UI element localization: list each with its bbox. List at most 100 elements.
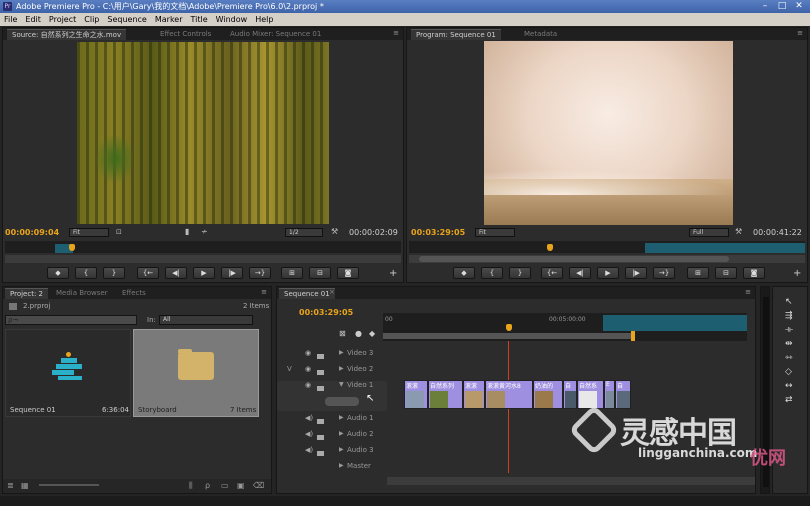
rolling-edit-tool-icon[interactable]: ⇹ — [785, 339, 793, 349]
program-playhead[interactable] — [547, 244, 553, 251]
zoom-slider[interactable] — [39, 484, 99, 486]
eye-icon[interactable]: ◉ — [305, 381, 311, 389]
timeline-clip[interactable]: 自 — [563, 380, 577, 409]
timeline-clip[interactable]: 自 — [615, 380, 631, 409]
panel-menu-icon[interactable]: ≡ — [797, 29, 803, 37]
program-time-ruler[interactable] — [409, 241, 805, 253]
button-editor-button[interactable]: + — [793, 268, 801, 279]
mark-out-button[interactable]: } — [509, 267, 531, 279]
overwrite-button[interactable]: ⊟ — [309, 267, 331, 279]
timeline-ruler[interactable]: 00 00:05:00:00 — [383, 313, 747, 341]
track-select-tool-icon[interactable]: ⇶ — [785, 311, 793, 321]
source-time-ruler[interactable] — [5, 241, 401, 253]
menu-clip[interactable]: Clip — [80, 15, 103, 24]
menu-sequence[interactable]: Sequence — [103, 15, 150, 24]
expand-icon[interactable]: ▶ — [339, 446, 344, 453]
new-item-icon[interactable]: ▣ — [237, 481, 245, 490]
panel-menu-icon[interactable]: ≡ — [393, 29, 399, 37]
step-forward-button[interactable]: |▶ — [625, 267, 647, 279]
expand-icon[interactable]: ▼ — [339, 381, 344, 388]
panel-menu-icon[interactable]: ≡ — [261, 288, 267, 296]
snap-icon[interactable]: ⊠ — [339, 329, 346, 338]
button-editor-button[interactable]: + — [389, 268, 397, 279]
panel-menu-icon[interactable]: ≡ — [745, 288, 751, 296]
tab-effects[interactable]: Effects — [117, 288, 151, 299]
menu-title[interactable]: Title — [187, 15, 212, 24]
play-button[interactable]: ▶ — [193, 267, 215, 279]
play-button[interactable]: ▶ — [597, 267, 619, 279]
project-item-sequence[interactable]: Sequence 01 6:36:04 — [5, 329, 131, 417]
selection-tool-icon[interactable]: ↖ — [785, 297, 793, 307]
expand-icon[interactable]: ▶ — [339, 365, 344, 372]
in-filter-select[interactable]: All — [159, 315, 253, 325]
tab-media-browser[interactable]: Media Browser — [51, 288, 113, 299]
find-icon[interactable]: ρ — [205, 481, 210, 490]
timeline-clip[interactable]: 自然系列 — [428, 380, 463, 409]
eye-icon[interactable]: ◉ — [305, 349, 311, 357]
add-marker-icon[interactable]: ◆ — [369, 329, 375, 338]
menu-window[interactable]: Window — [212, 15, 252, 24]
drag-video-icon[interactable]: ▮ — [185, 227, 189, 236]
menu-edit[interactable]: Edit — [21, 15, 45, 24]
menu-marker[interactable]: Marker — [151, 15, 187, 24]
new-bin-icon[interactable]: ▭ — [221, 481, 229, 490]
extract-button[interactable]: ⊟ — [715, 267, 737, 279]
maximize-icon[interactable]: □ — [775, 1, 789, 12]
expand-icon[interactable]: ▶ — [339, 462, 344, 469]
timeline-playhead[interactable] — [506, 324, 512, 331]
tab-metadata[interactable]: Metadata — [519, 29, 562, 40]
step-back-button[interactable]: ◀| — [569, 267, 591, 279]
tab-source[interactable]: Source: 自然系列之生命之水.mov — [7, 29, 127, 40]
source-zoom-scrollbar[interactable] — [5, 255, 401, 263]
program-zoom-scrollbar[interactable] — [409, 255, 805, 263]
source-res-select[interactable]: 1/2 — [285, 228, 323, 237]
add-marker-button[interactable]: ◆ — [47, 267, 69, 279]
source-timecode-in[interactable]: 00:00:09:04 — [5, 228, 59, 237]
timeline-clip[interactable]: 滚滚黄河水8 — [485, 380, 533, 409]
drag-audio-icon[interactable]: ≁ — [201, 227, 208, 236]
ripple-edit-tool-icon[interactable]: ⟛ — [785, 325, 793, 335]
go-to-in-button[interactable]: {← — [137, 267, 159, 279]
speaker-icon[interactable]: ◀) — [305, 414, 313, 422]
close-tab-icon[interactable]: × — [329, 288, 335, 296]
mark-in-button[interactable]: { — [75, 267, 97, 279]
program-res-select[interactable]: Full — [689, 228, 729, 237]
eye-icon[interactable]: ◉ — [305, 365, 311, 373]
trash-icon[interactable]: ⌫ — [253, 481, 264, 490]
slip-tool-icon[interactable]: ↔ — [785, 381, 793, 391]
expand-icon[interactable]: ▶ — [339, 349, 344, 356]
razor-tool-icon[interactable]: ◇ — [785, 367, 792, 377]
marker-icon[interactable]: ● — [355, 329, 362, 338]
timeline-clip[interactable]: 滚滚 — [404, 380, 428, 409]
program-fit-select[interactable]: Fit — [475, 228, 515, 237]
tab-sequence-01[interactable]: Sequence 01 — [279, 288, 335, 299]
minimize-icon[interactable]: – — [758, 1, 772, 12]
source-fit-select[interactable]: Fit — [69, 228, 109, 237]
mark-in-button[interactable]: { — [481, 267, 503, 279]
icon-view-icon[interactable]: ▦ — [21, 481, 29, 490]
settings-wrench-icon[interactable]: ⚒ — [735, 227, 742, 236]
program-timecode-in[interactable]: 00:03:29:05 — [411, 228, 465, 237]
project-search-input[interactable]: ρ¬ — [5, 315, 137, 325]
timeline-timecode[interactable]: 00:03:29:05 — [299, 308, 353, 317]
rate-stretch-tool-icon[interactable]: ⇿ — [785, 353, 793, 363]
expand-icon[interactable]: ▶ — [339, 414, 344, 421]
tab-audio-mixer[interactable]: Audio Mixer: Sequence 01 — [225, 29, 326, 40]
list-view-icon[interactable]: ≣ — [7, 481, 14, 490]
tab-project[interactable]: Project: 2 — [5, 288, 48, 299]
timeline-clip[interactable]: E — [604, 380, 615, 409]
insert-button[interactable]: ⊞ — [281, 267, 303, 279]
tab-program[interactable]: Program: Sequence 01 — [411, 29, 501, 40]
speaker-icon[interactable]: ◀) — [305, 430, 313, 438]
add-marker-button[interactable]: ◆ — [453, 267, 475, 279]
speaker-icon[interactable]: ◀) — [305, 446, 313, 454]
export-frame-button[interactable]: ◙ — [743, 267, 765, 279]
timeline-clip[interactable]: 自然系 — [577, 380, 604, 409]
timeline-clip[interactable]: 奶油的 — [533, 380, 563, 409]
menu-file[interactable]: File — [0, 15, 21, 24]
close-icon[interactable]: ✕ — [792, 1, 806, 12]
menu-project[interactable]: Project — [45, 15, 80, 24]
step-forward-button[interactable]: |▶ — [221, 267, 243, 279]
mark-out-button[interactable]: } — [103, 267, 125, 279]
settings-wrench-icon[interactable]: ⚒ — [331, 227, 338, 236]
